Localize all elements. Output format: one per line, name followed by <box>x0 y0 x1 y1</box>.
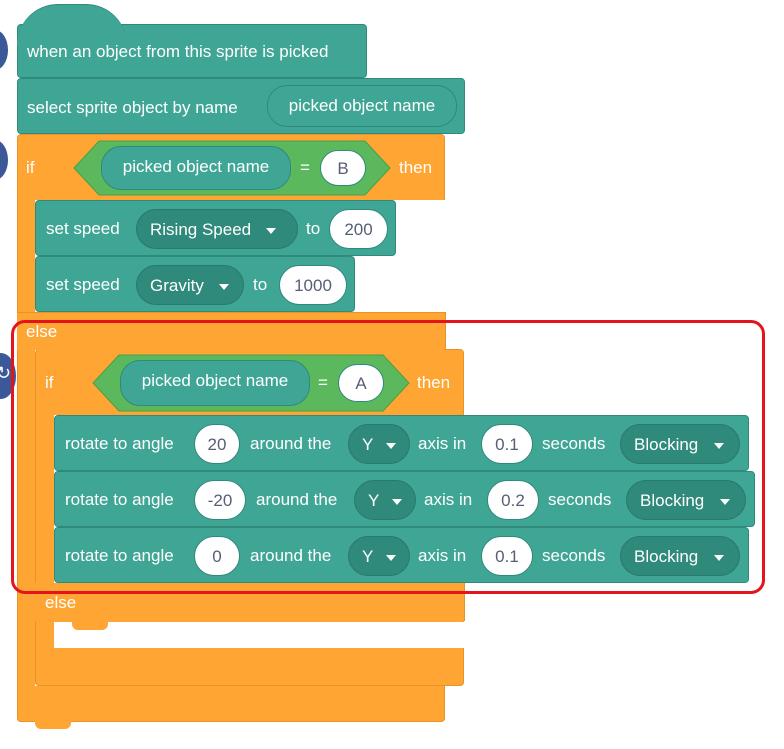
dropdown-value: Rising Speed <box>150 220 252 239</box>
hat-block-cap <box>17 4 127 45</box>
chevron-down-icon <box>219 284 229 290</box>
value-text: B <box>337 159 349 178</box>
value-text: 200 <box>344 220 373 239</box>
outer-if-value-input[interactable]: B <box>320 150 366 186</box>
inner-if-else-slot <box>54 622 474 648</box>
speed-value-input[interactable]: 1000 <box>279 265 347 305</box>
set-speed-label: set speed <box>46 275 120 294</box>
select-sprite-label: select sprite object by name <box>27 98 238 117</box>
bottom-connector-notch <box>35 721 71 729</box>
equals-operator: = <box>300 158 310 177</box>
outer-if-reporter[interactable]: picked object name <box>101 146 291 190</box>
value-text: 1000 <box>294 276 332 295</box>
speed-value-input[interactable]: 200 <box>329 209 388 249</box>
to-label: to <box>306 219 321 238</box>
inner-if-footer <box>35 648 464 686</box>
to-label: to <box>253 275 268 294</box>
inner-else-label: else <box>45 593 77 612</box>
dropdown-value: Gravity <box>150 276 204 295</box>
select-sprite-block[interactable]: select sprite object by name picked obje… <box>17 78 465 134</box>
outer-if-footer <box>17 686 445 722</box>
set-speed-block[interactable]: set speed Rising Speed to 200 <box>35 200 396 256</box>
speed-variable-dropdown[interactable]: Gravity <box>136 265 244 305</box>
hat-block-label: when an object from this sprite is picke… <box>27 42 329 61</box>
reporter-label: picked object name <box>288 96 436 115</box>
picked-object-name-reporter[interactable]: picked object name <box>267 85 457 127</box>
outer-if-label: if <box>26 158 35 177</box>
outer-then-label: then <box>399 158 433 177</box>
highlight-box <box>11 320 765 594</box>
set-speed-block[interactable]: set speed Gravity to 1000 <box>35 256 355 312</box>
arrow-icon: ↻ <box>0 363 12 383</box>
collapse-toggle-icon[interactable] <box>0 140 8 180</box>
reporter-label: picked object name <box>122 157 270 176</box>
collapse-toggle-icon[interactable] <box>0 30 8 70</box>
empty-slot-notch <box>72 620 108 630</box>
speed-variable-dropdown[interactable]: Rising Speed <box>136 209 298 249</box>
chevron-down-icon <box>266 228 276 234</box>
set-speed-label: set speed <box>46 219 120 238</box>
